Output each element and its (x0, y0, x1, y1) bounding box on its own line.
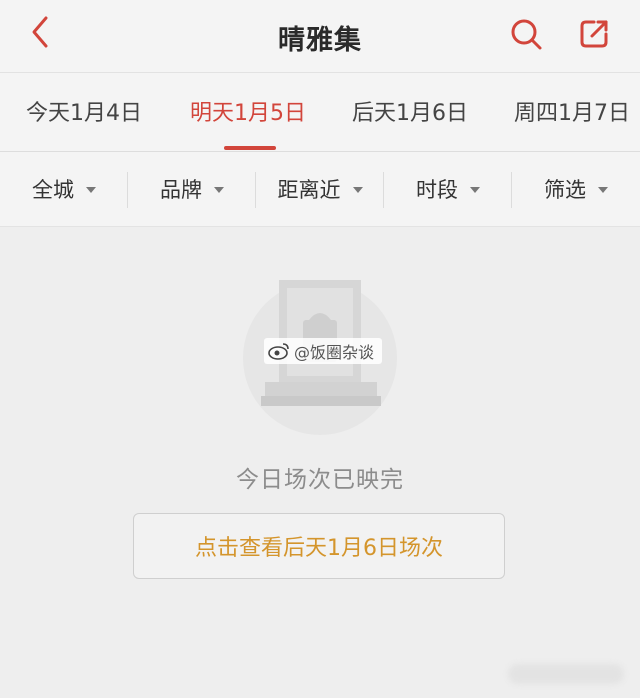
tab-tomorrow[interactable]: 明天1月5日 (190, 95, 306, 127)
weibo-icon (268, 343, 289, 360)
caret-down-icon (470, 187, 480, 193)
filter-more-label: 筛选 (544, 178, 586, 202)
caret-down-icon (352, 187, 363, 193)
search-icon (511, 19, 542, 50)
filter-brand[interactable]: 品牌 (128, 152, 256, 226)
watermark: @饭圈杂谈 (264, 338, 383, 364)
share-icon (580, 20, 608, 48)
filter-bar: 全城 品牌 距离近 时段 筛选 (0, 152, 640, 227)
search-button[interactable] (506, 14, 546, 54)
caret-down-icon (86, 187, 96, 193)
date-tab-bar: 今天1月4日 明天1月5日 后天1月6日 周四1月7日 (0, 73, 640, 152)
filter-distance-label: 距离近 (277, 178, 341, 202)
view-other-day-sessions-button[interactable]: 点击查看后天1月6日场次 (133, 513, 505, 579)
active-tab-indicator (224, 146, 276, 150)
filter-city[interactable]: 全城 (0, 152, 128, 226)
tab-thursday[interactable]: 周四1月7日 (514, 95, 630, 127)
filter-brand-label: 品牌 (160, 178, 202, 202)
caret-down-icon (598, 187, 608, 193)
caret-down-icon (214, 187, 224, 193)
filter-city-label: 全城 (32, 178, 74, 202)
view-other-day-sessions-label: 点击查看后天1月6日场次 (195, 536, 443, 561)
watermark-text: @饭圈杂谈 (294, 343, 375, 362)
share-button[interactable] (574, 14, 614, 54)
tab-today[interactable]: 今天1月4日 (26, 95, 142, 127)
filter-distance[interactable]: 距离近 (256, 152, 384, 226)
filter-time-slot-label: 时段 (416, 178, 458, 202)
filter-time-slot[interactable]: 时段 (384, 152, 512, 226)
empty-state-message: 今日场次已映完 (236, 467, 404, 493)
tab-day-after-tomorrow[interactable]: 后天1月6日 (352, 95, 468, 127)
filter-more[interactable]: 筛选 (512, 152, 640, 226)
blurred-corner-mark (508, 664, 624, 684)
top-navigation-bar: 晴雅集 (0, 0, 640, 73)
